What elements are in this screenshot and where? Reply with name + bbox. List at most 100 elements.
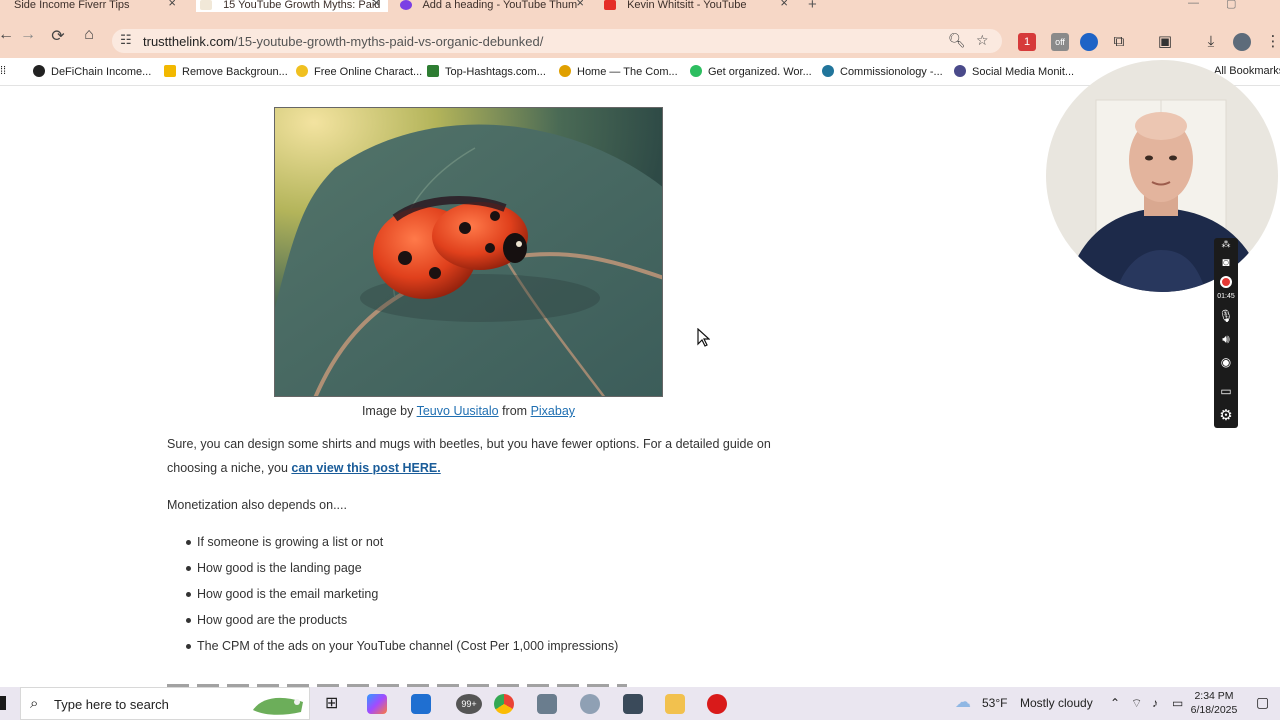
bookmark-hashtags[interactable]: Top-Hashtags.com... [427, 65, 546, 78]
close-icon[interactable]: × [168, 0, 176, 9]
home-icon[interactable]: ⌂ [79, 26, 99, 44]
bookmark-home-com[interactable]: Home — The Com... [559, 65, 678, 78]
battery-icon[interactable]: ▭ [1172, 696, 1183, 710]
close-icon[interactable]: × [780, 0, 788, 9]
notification-icon[interactable]: ▢ [1256, 694, 1269, 711]
tab-side-income[interactable]: Side Income Fiverr Tips × [0, 0, 180, 12]
camera-icon[interactable]: ◙ [1214, 255, 1238, 269]
forward-icon[interactable]: → [18, 26, 38, 44]
bookmark-star-icon[interactable]: ☆ [976, 32, 989, 49]
webcam-overlay [1046, 60, 1278, 292]
niche-paragraph: Sure, you can design some shirts and mug… [167, 432, 777, 480]
windows-taskbar: ⌕ Type here to search ⊞ 99+ ☁ 53°F Mostl… [0, 687, 1280, 720]
tab-strip: Side Income Fiverr Tips × 15 YouTube Gro… [0, 0, 1280, 13]
clock-time: 2:34 PM [1194, 690, 1234, 702]
extension-off-icon[interactable]: off [1051, 33, 1069, 51]
screen-icon[interactable]: ▭ [1214, 384, 1238, 398]
paragraph-text: Sure, you can design some shirts and mug… [167, 437, 771, 475]
system-clock[interactable]: 2:34 PM 6/18/2025 [1184, 689, 1244, 717]
pixabay-link[interactable]: Pixabay [531, 404, 575, 418]
file-explorer-icon[interactable] [665, 694, 685, 714]
recorder-app-icon[interactable] [707, 694, 727, 714]
tab-canva[interactable]: Add a heading - YouTube Thum × [400, 0, 590, 12]
mail-badge: 99+ [461, 699, 477, 709]
volume-icon[interactable]: ♪ [1152, 696, 1158, 710]
reload-icon[interactable]: ⟳ [48, 26, 68, 46]
minimize-button[interactable]: — [1188, 0, 1199, 9]
microphone-icon[interactable]: 🎙︎ [1214, 309, 1238, 323]
back-icon[interactable]: ← [0, 26, 16, 44]
search-icon: ⌕ [30, 695, 39, 712]
extensions-puzzle-icon[interactable]: ⧉ [1110, 33, 1128, 51]
profile-avatar[interactable] [1233, 33, 1251, 51]
niche-post-link[interactable]: can view this post HERE. [291, 461, 440, 475]
settings-gear-icon[interactable]: ⚙ [1214, 406, 1238, 424]
list-item: If someone is growing a list or not [167, 529, 618, 555]
page-favicon-icon [200, 0, 212, 10]
record-button[interactable] [1214, 276, 1238, 291]
bookmark-label: Social Media Monit... [972, 66, 1075, 78]
bookmark-favicon-icon [427, 65, 439, 77]
author-link[interactable]: Teuvo Uusitalo [417, 404, 499, 418]
extension-badge-count: 1 [1023, 36, 1031, 48]
bookmark-label: Home — The Com... [577, 66, 678, 78]
menu-icon[interactable]: ⋮ [1264, 33, 1280, 51]
close-icon[interactable]: × [576, 0, 584, 9]
monetization-list: If someone is growing a list or not How … [167, 529, 618, 659]
bookmark-label: Top-Hashtags.com... [445, 66, 546, 78]
bookmark-favicon-icon [822, 65, 834, 77]
recorder-drag-icon[interactable]: ⁂ [1214, 239, 1238, 250]
monetization-paragraph: Monetization also depends on.... [167, 498, 347, 512]
weather-temp[interactable]: 53°F [982, 696, 1007, 710]
bookmark-remove-bg[interactable]: Remove Backgroun... [164, 65, 288, 78]
url-text[interactable]: trustthelink.com/15-youtube-growth-myths… [143, 34, 543, 49]
bookmark-favicon-icon [164, 65, 176, 77]
bookmark-evernote[interactable]: Get organized. Wor... [690, 65, 812, 78]
download-icon[interactable]: ⤓ [1202, 33, 1220, 51]
extension-blue-icon[interactable] [1080, 33, 1098, 51]
tab-search-icon[interactable]: ▣ [1156, 33, 1174, 51]
speaker-icon[interactable]: 🔊︎ [1214, 332, 1238, 347]
zoom-icon[interactable]: 🔍︎ [948, 32, 966, 49]
wifi-icon[interactable]: ⌔ [1131, 696, 1142, 711]
bookmark-defichain[interactable]: DeFiChain Income... [33, 65, 151, 78]
store-icon[interactable] [411, 694, 431, 714]
search-highlight-illustration [253, 697, 303, 715]
webcam-icon[interactable]: ◉ [1214, 355, 1238, 369]
close-icon[interactable]: × [372, 0, 380, 9]
screen-recorder-toolbar: ⁂ ◙ 01:45 🎙︎ 🔊︎ ◉ ▭ ⚙ [1214, 238, 1238, 428]
tab-youtube-myths[interactable]: 15 YouTube Growth Myths: Paid × [196, 0, 388, 12]
mail-icon[interactable]: 99+ [456, 694, 482, 714]
url-path: /15-youtube-growth-myths-paid-vs-organic… [234, 34, 544, 49]
bookmark-character[interactable]: Free Online Charact... [296, 65, 422, 78]
taskbar-search[interactable]: ⌕ Type here to search [20, 687, 310, 720]
task-view-icon[interactable]: ⊞ [325, 693, 338, 713]
recording-timer: 01:45 [1217, 293, 1235, 300]
tab-title: Side Income Fiverr Tips [14, 0, 130, 11]
bookmark-commissionology[interactable]: Commissionology -... [822, 65, 943, 78]
paint-icon[interactable] [580, 694, 600, 714]
list-item: How good is the email marketing [167, 581, 618, 607]
list-item: The CPM of the ads on your YouTube chann… [167, 633, 618, 659]
site-settings-icon[interactable]: ☷ [120, 32, 134, 48]
tab-title: 15 YouTube Growth Myths: Paid [223, 0, 381, 11]
chrome-icon[interactable] [494, 694, 514, 714]
caption-prefix: Image by [361, 404, 417, 418]
apps-icon[interactable]: ⁞⁞ [0, 65, 6, 77]
ladybugs-photo [275, 108, 662, 396]
bookmark-social-monitor[interactable]: Social Media Monit... [954, 65, 1074, 78]
address-bar[interactable]: ☷ trustthelink.com/15-youtube-growth-myt… [112, 29, 1002, 53]
start-button[interactable] [0, 696, 6, 710]
maximize-button[interactable]: ▢ [1226, 0, 1236, 10]
camera-app-icon[interactable] [537, 694, 557, 714]
calculator-icon[interactable] [623, 694, 643, 714]
ladybugs-image [274, 107, 663, 397]
webcam-video [1046, 60, 1278, 292]
all-bookmarks-button[interactable]: All Bookmarks [1214, 65, 1280, 77]
extension-badge-icon[interactable]: 1 [1018, 33, 1036, 51]
tray-chevron-icon[interactable]: ⌃ [1110, 696, 1120, 710]
weather-text[interactable]: Mostly cloudy [1020, 696, 1093, 710]
tab-kevin-youtube[interactable]: Kevin Whitsitt - YouTube × [604, 0, 790, 12]
canva-icon [400, 0, 412, 10]
copilot-icon[interactable] [367, 694, 387, 714]
